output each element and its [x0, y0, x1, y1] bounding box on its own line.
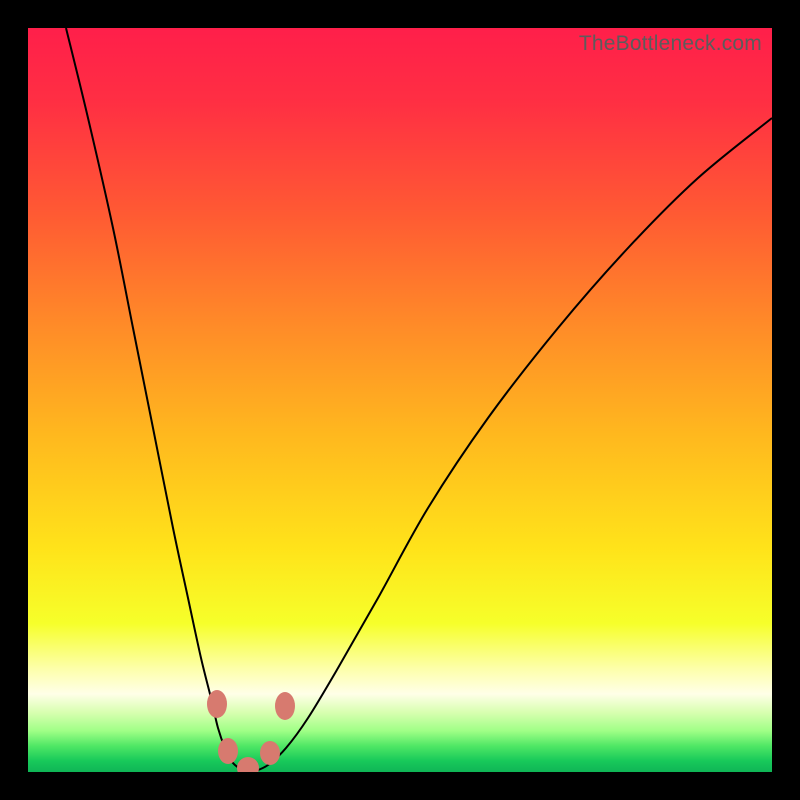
- left-curve: [66, 28, 253, 772]
- valley-marker: [260, 741, 280, 765]
- plot-svg: [28, 28, 772, 772]
- chart-area: TheBottleneck.com: [28, 28, 772, 772]
- valley-marker: [237, 757, 259, 772]
- valley-marker: [275, 692, 295, 720]
- markers-group: [207, 690, 295, 772]
- right-curve: [253, 118, 772, 772]
- valley-marker: [207, 690, 227, 718]
- valley-marker: [218, 738, 238, 764]
